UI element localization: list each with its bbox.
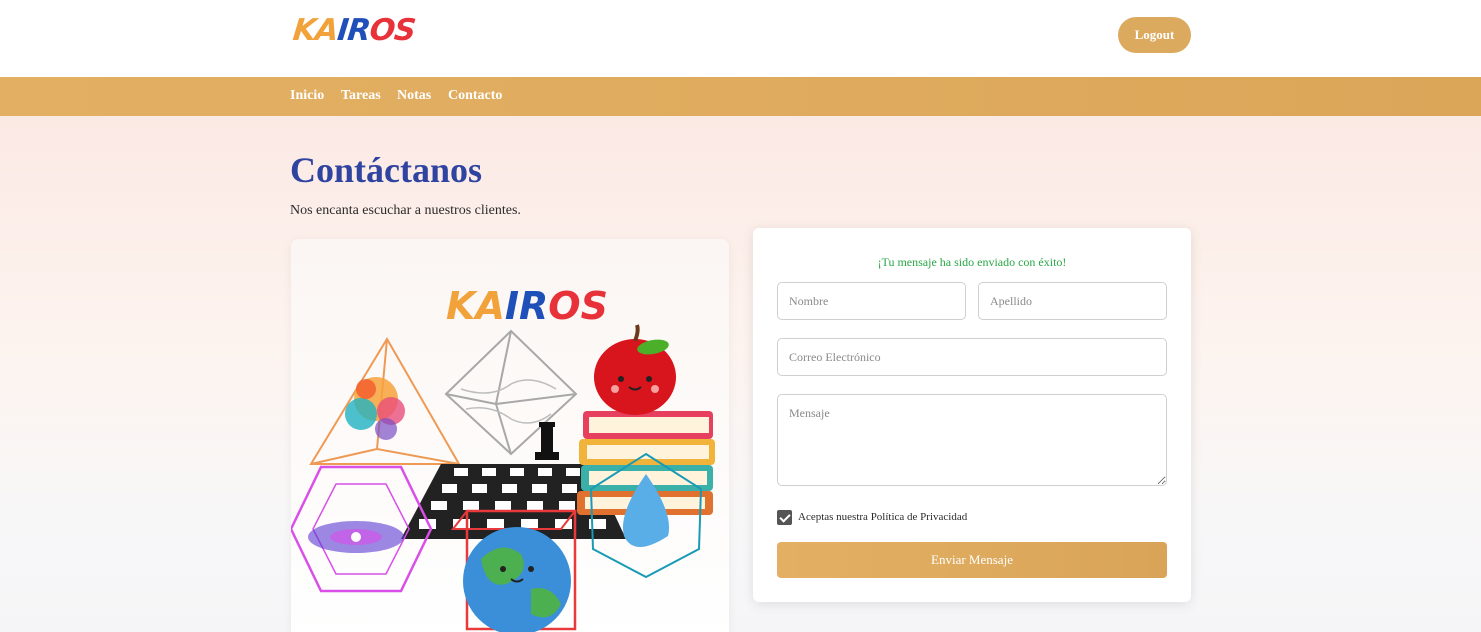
- email-input[interactable]: [777, 338, 1167, 376]
- nav-item-tareas[interactable]: Tareas: [341, 88, 381, 104]
- top-header: KAIROS Logout: [0, 0, 1481, 77]
- privacy-checkbox[interactable]: [777, 509, 792, 525]
- first-name-input[interactable]: [777, 282, 966, 320]
- logout-button[interactable]: Logout: [1118, 17, 1191, 53]
- tetrahedron-icon: [309, 337, 461, 465]
- privacy-row: Aceptas nuestra Política de Privacidad: [777, 509, 967, 525]
- nav-item-inicio[interactable]: Inicio: [290, 88, 324, 104]
- octahedron-icon: [444, 329, 578, 456]
- nav-item-notas[interactable]: Notas: [397, 88, 431, 104]
- nav-item-contacto[interactable]: Contacto: [448, 88, 502, 104]
- page-title: Contáctanos: [290, 150, 483, 190]
- last-name-input[interactable]: [978, 282, 1167, 320]
- contact-form: ¡Tu mensaje ha sido enviado con éxito! A…: [753, 228, 1191, 602]
- send-message-button[interactable]: Enviar Mensaje: [777, 542, 1167, 578]
- success-message: ¡Tu mensaje ha sido enviado con éxito!: [877, 255, 1067, 269]
- illustration-logo: KAIROS: [446, 284, 608, 328]
- privacy-label[interactable]: Aceptas nuestra Política de Privacidad: [798, 511, 967, 523]
- kairos-logo[interactable]: KAIROS: [291, 13, 417, 48]
- page-subtitle: Nos encanta escuchar a nuestros clientes…: [290, 203, 521, 218]
- education-collage-illustration: KAIROS: [291, 284, 715, 632]
- main-nav: Inicio Tareas Notas Contacto: [0, 77, 1481, 116]
- earth-cube-icon: [450, 509, 578, 632]
- illustration-card: KAIROS: [291, 239, 729, 632]
- apple-icon: [594, 324, 676, 415]
- message-textarea[interactable]: [777, 394, 1167, 486]
